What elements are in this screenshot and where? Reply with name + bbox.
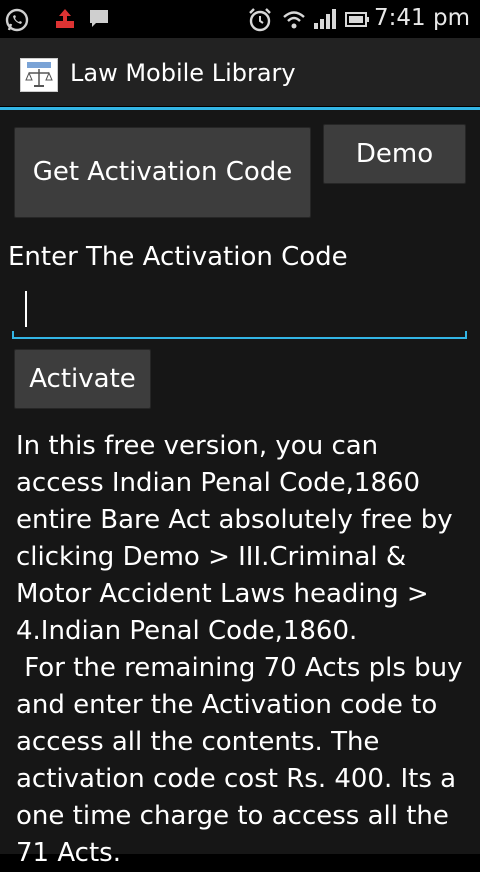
whatsapp-icon [4, 7, 30, 37]
status-time: 7:41 pm [374, 5, 470, 31]
activation-code-label: Enter The Activation Code [8, 242, 348, 272]
action-bar: Law Mobile Library [0, 38, 480, 110]
wifi-icon [282, 7, 306, 35]
demo-button[interactable]: Demo [323, 124, 466, 184]
alarm-icon [247, 7, 273, 37]
message-icon [88, 7, 110, 35]
upload-icon [54, 7, 76, 35]
input-underline-right-cap [465, 331, 467, 339]
battery-icon [344, 7, 372, 35]
text-cursor [25, 291, 27, 327]
main-content: Get Activation Code Demo Enter The Activ… [0, 110, 480, 868]
status-bar: 7:41 pm [0, 0, 480, 38]
input-underline-left-cap [12, 331, 14, 339]
signal-icon [312, 7, 336, 35]
activation-code-field[interactable] [12, 283, 467, 339]
activation-code-input[interactable] [12, 283, 467, 339]
input-underline [12, 337, 467, 339]
info-text: In this free version, you can access Ind… [16, 431, 463, 868]
app-title: Law Mobile Library [70, 59, 296, 87]
get-activation-code-button[interactable]: Get Activation Code [14, 127, 311, 218]
app-logo-icon [20, 58, 58, 92]
activate-button[interactable]: Activate [14, 349, 151, 409]
